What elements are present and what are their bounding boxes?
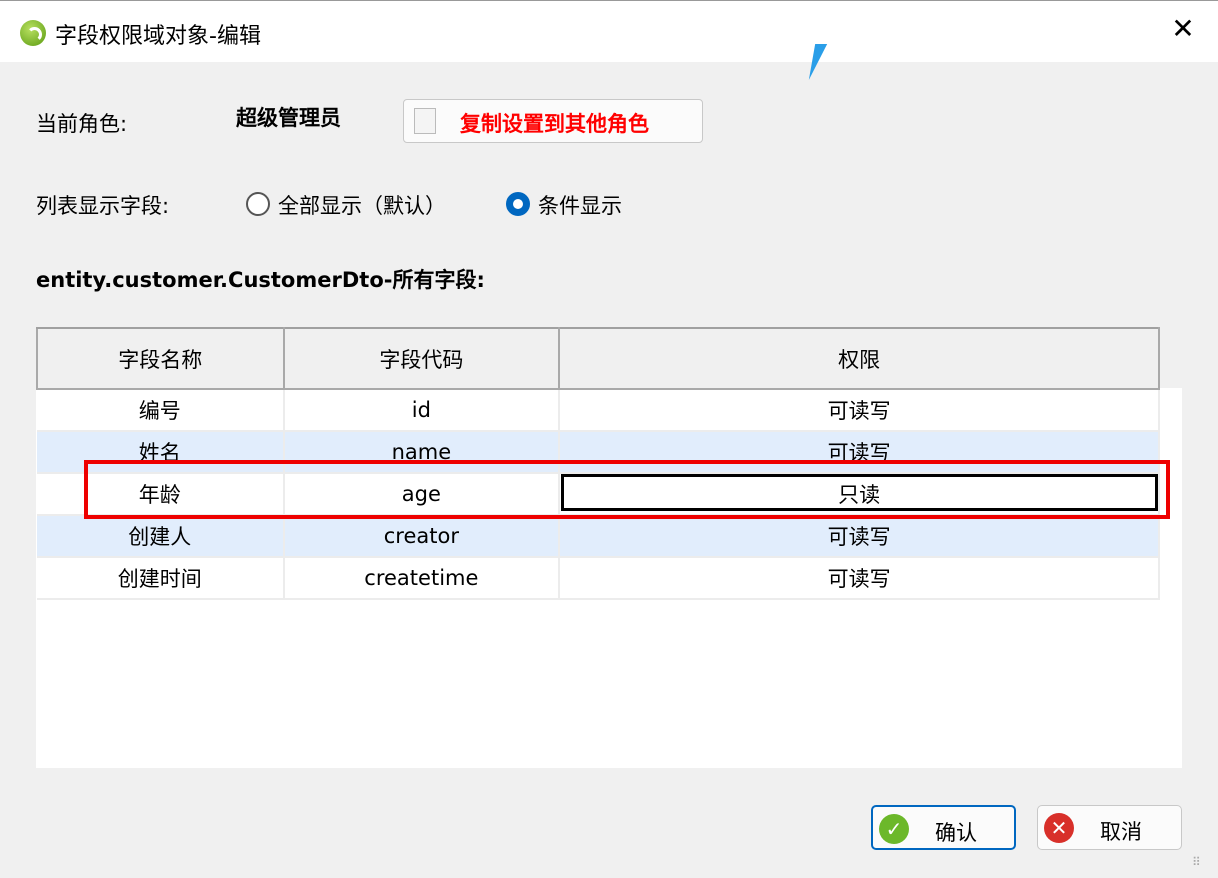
app-icon	[20, 20, 46, 46]
header-field-code[interactable]: 字段代码	[282, 327, 561, 390]
copy-settings-button[interactable]: 复制设置到其他角色	[403, 99, 703, 143]
cell-code: id	[283, 389, 561, 432]
section-title: entity.customer.CustomerDto-所有字段:	[36, 268, 485, 292]
cell-code: creator	[283, 515, 561, 558]
cancel-label: 取消	[1100, 820, 1142, 844]
cell-name: 创建人	[37, 515, 285, 558]
close-icon[interactable]: ✕	[1168, 14, 1198, 44]
radio-conditional[interactable]	[506, 192, 530, 216]
cell-permission[interactable]: 可读写	[559, 557, 1160, 600]
window-title: 字段权限域对象-编辑	[55, 24, 261, 49]
cell-permission[interactable]: 可读写	[559, 389, 1160, 432]
resize-grip-icon[interactable]: ⠿	[1192, 855, 1201, 869]
cancel-button[interactable]: ✕ 取消	[1037, 805, 1182, 850]
x-icon: ✕	[1044, 813, 1074, 843]
radio-show-all-label[interactable]: 全部显示（默认）	[278, 190, 446, 220]
table-row[interactable]: 创建时间 createtime 可读写	[37, 557, 1160, 600]
document-icon	[414, 108, 436, 134]
confirm-button[interactable]: ✓ 确认	[871, 805, 1016, 850]
confirm-label: 确认	[935, 821, 977, 845]
check-icon: ✓	[879, 814, 909, 844]
radio-show-all[interactable]	[246, 192, 270, 216]
cell-name: 创建时间	[37, 557, 285, 600]
radio-conditional-label[interactable]: 条件显示	[538, 190, 622, 220]
cell-name: 编号	[37, 389, 285, 432]
table-header: 字段名称 字段代码 权限	[36, 327, 1160, 390]
current-role-label: 当前角色:	[36, 112, 128, 136]
cell-permission[interactable]: 可读写	[559, 515, 1160, 558]
table-row[interactable]: 创建人 creator 可读写	[37, 515, 1160, 558]
header-permission[interactable]: 权限	[558, 327, 1160, 390]
display-fields-label: 列表显示字段:	[36, 194, 170, 218]
header-field-name[interactable]: 字段名称	[36, 327, 285, 390]
cell-code: createtime	[283, 557, 561, 600]
highlight-annotation	[84, 460, 1170, 519]
table-row[interactable]: 编号 id 可读写	[37, 389, 1160, 432]
copy-settings-label: 复制设置到其他角色	[460, 112, 649, 136]
current-role-value: 超级管理员	[236, 106, 341, 130]
